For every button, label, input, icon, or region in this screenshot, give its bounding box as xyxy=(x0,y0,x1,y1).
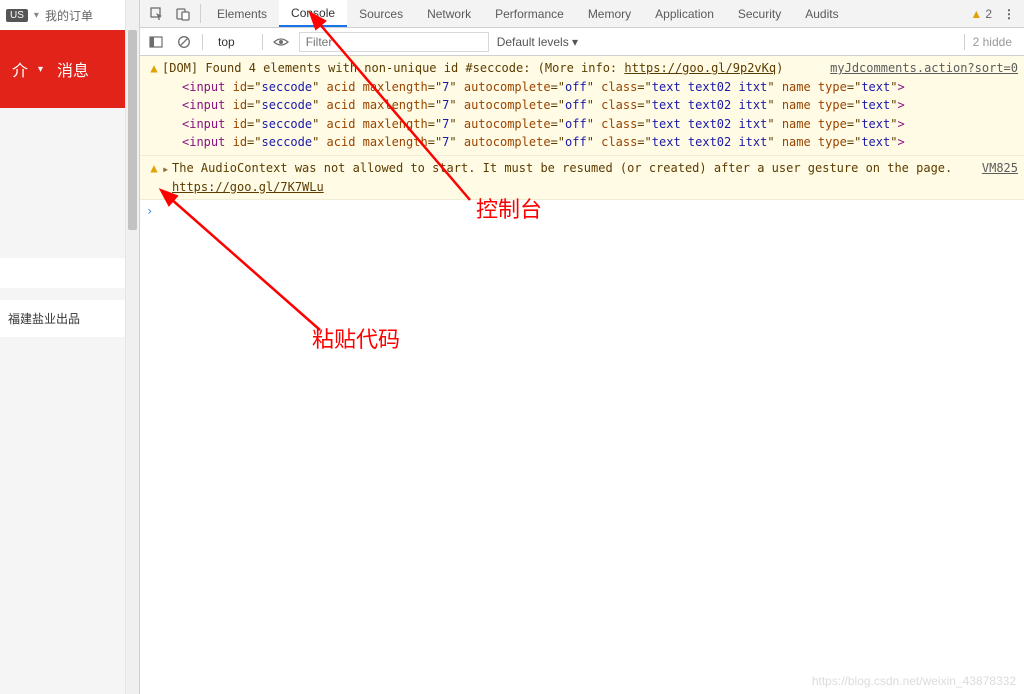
devtools-tabbar: Elements Console Sources Network Perform… xyxy=(140,0,1024,28)
scrollbar[interactable] xyxy=(125,0,139,694)
plus-badge: US xyxy=(6,9,28,22)
content-block xyxy=(0,258,139,288)
tab-audits[interactable]: Audits xyxy=(793,0,850,27)
more-icon[interactable]: ⋮ xyxy=(998,0,1020,27)
tab-application[interactable]: Application xyxy=(643,0,726,27)
live-expression-icon[interactable] xyxy=(271,32,291,52)
clear-console-icon[interactable] xyxy=(174,32,194,52)
tab-elements[interactable]: Elements xyxy=(205,0,279,27)
red-nav-bar: 介 ▾ 消息 xyxy=(0,30,139,108)
chevron-down-icon: ▾ xyxy=(38,64,43,75)
my-orders-link[interactable]: 我的订单 xyxy=(45,7,93,24)
nav-item-intro[interactable]: 介 xyxy=(12,57,28,81)
context-label: top xyxy=(218,35,235,49)
console-warning-1[interactable]: ▲ [DOM] Found 4 elements with non-unique… xyxy=(140,56,1024,156)
tab-sources[interactable]: Sources xyxy=(347,0,415,27)
hidden-messages[interactable]: 2 hidde xyxy=(973,35,1018,49)
warning-icon: ▲ xyxy=(970,7,982,21)
devtools-panel: Elements Console Sources Network Perform… xyxy=(140,0,1024,694)
tab-network[interactable]: Network xyxy=(415,0,483,27)
warning-count-number: 2 xyxy=(985,7,992,21)
filter-input[interactable] xyxy=(299,32,489,52)
footer-text: 福建盐业出品 xyxy=(0,300,139,337)
watermark: https://blog.csdn.net/weixin_43878332 xyxy=(812,674,1016,688)
warning-icon: ▲ xyxy=(146,159,162,196)
sidebar-toggle-icon[interactable] xyxy=(146,32,166,52)
expand-icon[interactable]: ▸ xyxy=(162,159,172,196)
tab-performance[interactable]: Performance xyxy=(483,0,576,27)
chevron-down-icon: ▾ xyxy=(34,10,39,21)
tab-security[interactable]: Security xyxy=(726,0,793,27)
inspect-icon[interactable] xyxy=(144,0,170,27)
console-messages: ▲ [DOM] Found 4 elements with non-unique… xyxy=(140,56,1024,694)
website-panel: US ▾ 我的订单 介 ▾ 消息 福建盐业出品 xyxy=(0,0,140,694)
console-warning-2[interactable]: ▲ ▸ The AudioContext was not allowed to … xyxy=(140,156,1024,200)
tab-console[interactable]: Console xyxy=(279,0,347,27)
warning-icon: ▲ xyxy=(146,59,162,152)
chevron-right-icon: › xyxy=(146,204,160,218)
tab-memory[interactable]: Memory xyxy=(576,0,643,27)
device-toggle-icon[interactable] xyxy=(170,0,196,27)
console-prompt[interactable]: › xyxy=(140,200,1024,222)
context-selector[interactable]: top xyxy=(211,32,254,52)
nav-item-messages[interactable]: 消息 xyxy=(57,57,89,81)
warning-count[interactable]: ▲ 2 xyxy=(970,0,998,27)
scrollbar-thumb[interactable] xyxy=(128,30,137,230)
log-levels-selector[interactable]: Default levels ▾ xyxy=(497,35,578,49)
console-toolbar: top Default levels ▾ 2 hidde xyxy=(140,28,1024,56)
